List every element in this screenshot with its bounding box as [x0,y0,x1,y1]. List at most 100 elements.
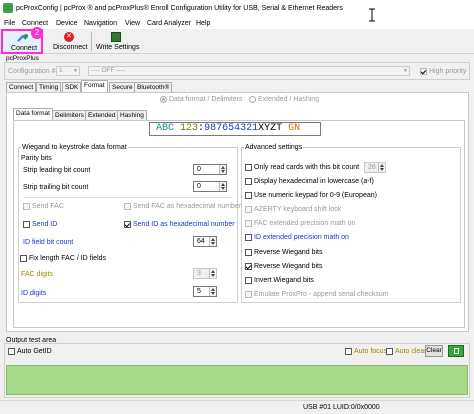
id-digits-stepper[interactable]: 5 [193,286,217,297]
invert-wiegand-checkbox[interactable] [245,277,252,284]
menu-file[interactable]: File [4,20,15,27]
send-id-hex-label: Send ID as hexadecimal number [133,221,235,228]
write-settings-label: Write Settings [96,44,140,51]
auto-focus-checkbox[interactable] [345,348,352,355]
reverse-wiegand-label: Reverse Wiegand bits [254,249,323,256]
send-id-label: Send ID [32,221,58,228]
parity-label: Parity bits [21,155,52,162]
menu-card-analyzer[interactable]: Card Analyzer [147,20,191,27]
send-fac-hex-checkbox[interactable] [124,203,131,210]
disconnect-icon: ✕ [64,32,74,42]
format-delimiters-label: Data format / Delimiters [169,96,243,103]
menu-connect[interactable]: Connect [22,20,48,27]
display-hex-checkbox[interactable] [245,178,252,185]
fac-digits-label: FAC digits [21,271,53,278]
tab-sdk[interactable]: SDK [62,82,82,92]
auto-getid-label: Auto GetID [17,348,52,355]
menu-navigation[interactable]: Navigation [84,20,117,27]
preview-num: 123 [180,123,199,134]
wiegand-title: Wiegand to keystroke data format [21,144,128,151]
auto-clear-checkbox[interactable] [386,348,393,355]
id-digits-label: ID digits [21,290,47,297]
fac-digits-stepper[interactable]: 3 [193,268,217,279]
id-digits-value: 5 [197,288,201,295]
disconnect-button[interactable]: ✕ Disconnect [50,30,88,53]
azerty-label: AZERTY keyboard shift lock [254,206,342,213]
send-fac-label: Send FAC [32,203,64,210]
tab-bluetooth[interactable]: Bluetooth® [134,82,173,92]
config-select[interactable]: 1 ▼ [56,66,80,76]
preview-id: 987654321 [204,123,259,134]
reverse-wiegand-bits-checkbox[interactable] [245,263,252,270]
id-extended-label: ID extended precision math on [254,234,349,241]
stepper-arrows[interactable] [209,269,216,278]
invert-wiegand-label: Invert Wiegand bits [254,277,314,284]
reverse-wiegand-bits-label: Reverse Wiegand bits [254,263,323,270]
tab-format[interactable]: Format [81,80,108,92]
chevron-down-icon: ▼ [73,68,78,74]
write-settings-icon [111,32,121,42]
menu-device[interactable]: Device [56,20,77,27]
stepper-arrows[interactable] [219,182,226,191]
emulate-checkbox[interactable] [245,291,252,298]
fac-extended-label: FAC extended precision math on [254,220,356,227]
mode-select[interactable]: ---- OFF ---- ▼ [88,66,410,76]
format-preview: ABC 123:987654321XYZT GN [149,122,321,136]
app-icon [3,3,13,13]
id-field-label: ID field bit count [23,239,74,246]
id-field-stepper[interactable]: 64 [193,236,217,247]
extended-hashing-radio[interactable] [249,96,256,103]
tab-timing[interactable]: Timing [36,82,62,92]
clear-button[interactable]: Clear [425,345,443,357]
menu-bar: File Connect Device Navigation View Card… [0,18,474,29]
only-read-label: Only read cards with this bit count [254,164,360,171]
stepper-arrows[interactable] [378,163,385,172]
numeric-keypad-checkbox[interactable] [245,192,252,199]
fix-length-checkbox[interactable] [20,255,27,262]
strip-leading-stepper[interactable]: 0 [193,164,227,175]
auto-focus-label: Auto focus [354,348,388,355]
reverse-wiegand-checkbox[interactable] [245,249,252,256]
connect-label: Connect [11,45,38,52]
wiegand-divider [23,197,233,198]
format-delimiters-radio[interactable] [160,96,167,103]
stepper-arrows[interactable] [209,287,216,296]
only-read-checkbox[interactable] [245,164,252,171]
send-fac-checkbox[interactable] [23,203,30,210]
chevron-down-icon: ▼ [403,68,408,74]
strip-trailing-stepper[interactable]: 0 [193,181,227,192]
write-settings-button[interactable]: Write Settings [94,30,140,53]
high-priority-checkbox[interactable] [420,68,427,75]
auto-clear-label: Auto clear [395,348,427,355]
advanced-title: Advanced settings [244,144,304,151]
only-read-stepper[interactable]: 26 [364,162,386,173]
tab-connect[interactable]: Connect [6,82,37,92]
high-priority-label: High priority [429,68,467,75]
id-extended-checkbox[interactable] [245,234,252,241]
auto-getid-checkbox[interactable] [8,348,15,355]
title-bar: pcProxConfig | pcProx ® and pcProxPlus® … [0,0,474,18]
preview-gn: GN [288,123,301,134]
copy-icon[interactable] [448,345,464,357]
menu-help[interactable]: Help [196,20,210,27]
subtab-hashing[interactable]: Hashing [117,110,147,120]
config-value: 1 [59,67,63,74]
send-id-hex-checkbox[interactable] [124,221,131,228]
stepper-arrows[interactable] [219,165,226,174]
preview-abc: ABC [156,123,175,134]
tab-secure[interactable]: Secure [109,82,136,92]
toolbar-separator [91,32,92,51]
display-hex-label: Display hexadecimal in lowercase (a-f) [254,178,374,185]
stepper-arrows[interactable] [209,237,216,246]
subtab-extended[interactable]: Extended [85,110,119,120]
azerty-checkbox[interactable] [245,206,252,213]
output-text-area[interactable] [6,365,468,395]
copy-icon-inner [454,348,459,354]
fac-extended-checkbox[interactable] [245,220,252,227]
send-id-checkbox[interactable] [23,221,30,228]
mode-value: ---- OFF ---- [91,67,125,74]
subtab-data-format[interactable]: Data format [13,108,53,120]
menu-view[interactable]: View [125,20,140,27]
id-field-value: 64 [197,238,205,245]
subtab-delimiters[interactable]: Delimiters [52,110,87,120]
